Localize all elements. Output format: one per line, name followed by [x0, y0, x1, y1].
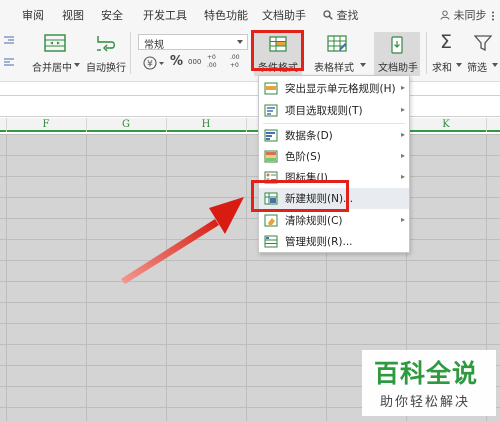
svg-text:¥: ¥ — [147, 60, 153, 70]
menu-item-label: 数据条(D) — [285, 130, 333, 142]
submenu-arrow-icon: ▸ — [400, 130, 405, 139]
menu-item-label: 清除规则(C) — [285, 215, 343, 227]
table-style-dropdown-icon[interactable] — [360, 63, 366, 67]
submenu-arrow-icon: ▸ — [400, 151, 405, 160]
tab-review[interactable]: 审阅 — [22, 0, 44, 30]
search-button[interactable]: 查找 — [323, 0, 359, 30]
wrap-text-button[interactable]: 自动换行 — [86, 59, 126, 74]
sum-icon[interactable]: Σ — [440, 31, 452, 53]
number-format-select[interactable]: 常规 — [138, 34, 248, 51]
menu-item-label: 色阶(S) — [285, 151, 321, 163]
ribbon-toolbar: 合并居中 自动换行 常规 ¥ % 000 +0 .00 .00 +0 条件格式 … — [0, 30, 500, 82]
new-rule-highlight-box — [251, 180, 349, 212]
tab-doc-assistant[interactable]: 文档助手 — [262, 0, 306, 30]
column-header-h[interactable]: H — [166, 118, 246, 132]
menu-item-label: 突出显示单元格规则(H) — [285, 83, 396, 95]
menu-item-data-bars[interactable]: 数据条(D) ▸ — [259, 125, 409, 146]
percent-button[interactable]: % — [170, 54, 183, 69]
menu-bar: 审阅 视图 安全 开发工具 特色功能 文档助手 查找 未同步 — [0, 0, 500, 30]
watermark: 百科全说 助你轻松解决 — [362, 350, 496, 416]
color-scale-icon — [264, 150, 278, 163]
highlight-rules-icon — [264, 82, 278, 95]
merge-center-icon[interactable] — [44, 34, 66, 52]
ribbon-divider — [130, 32, 131, 74]
filter-button[interactable]: 筛选 — [467, 59, 487, 74]
watermark-tagline: 助你轻松解决 — [380, 395, 471, 410]
thousands-separator-button[interactable]: 000 — [188, 58, 201, 66]
conditional-format-menu: 突出显示单元格规则(H) ▸ 项目选取规则(T) ▸ 数据条(D) ▸ 色阶(S… — [258, 75, 410, 253]
doc-assistant-icon — [391, 36, 403, 54]
outdent-icon[interactable] — [4, 58, 14, 66]
tab-view[interactable]: 视图 — [62, 0, 84, 30]
sum-dropdown-icon[interactable] — [456, 63, 462, 67]
search-label: 查找 — [336, 9, 359, 22]
wrap-text-icon[interactable] — [96, 34, 116, 52]
sync-label: 未同步 — [453, 9, 487, 22]
user-icon — [440, 10, 450, 20]
data-bars-icon — [264, 129, 278, 142]
top-bottom-rules-icon — [264, 104, 278, 117]
menu-item-top-bottom-rules[interactable]: 项目选取规则(T) ▸ — [259, 100, 409, 121]
more-menu-icon[interactable] — [489, 11, 497, 21]
menu-item-label: 项目选取规则(T) — [285, 105, 363, 117]
table-style-button[interactable]: 表格样式 — [314, 59, 354, 74]
column-separator — [486, 118, 487, 132]
submenu-arrow-icon: ▸ — [400, 83, 405, 92]
doc-assistant-label: 文档助手 — [378, 63, 418, 74]
menu-item-highlight-cell-rules[interactable]: 突出显示单元格规则(H) ▸ — [259, 78, 409, 99]
search-icon — [323, 10, 333, 20]
indent-icon[interactable] — [4, 36, 14, 44]
submenu-arrow-icon: ▸ — [400, 105, 405, 114]
table-style-icon[interactable] — [327, 35, 347, 52]
filter-icon[interactable] — [474, 35, 492, 51]
increase-decimal-button[interactable]: +0 .00 — [207, 54, 221, 70]
tab-security[interactable]: 安全 — [101, 0, 123, 30]
currency-dropdown-icon[interactable] — [159, 62, 164, 65]
menu-item-label: 管理规则(R)... — [285, 236, 353, 248]
column-header-g[interactable]: G — [86, 118, 166, 132]
sync-status[interactable]: 未同步 — [440, 0, 487, 30]
manage-rules-icon — [264, 235, 278, 248]
decrease-decimal-button[interactable]: .00 +0 — [230, 54, 244, 70]
conditional-format-highlight-box — [251, 30, 304, 71]
menu-item-color-scales[interactable]: 色阶(S) ▸ — [259, 146, 409, 167]
chevron-down-icon — [237, 40, 243, 44]
merge-center-dropdown-icon[interactable] — [74, 63, 80, 67]
menu-divider — [263, 123, 405, 124]
column-header-k[interactable]: K — [406, 118, 486, 132]
number-format-value: 常规 — [144, 40, 164, 51]
currency-icon[interactable]: ¥ — [143, 56, 157, 70]
submenu-arrow-icon: ▸ — [400, 172, 405, 181]
column-header-f[interactable]: F — [6, 118, 86, 132]
sum-button[interactable]: 求和 — [432, 59, 452, 74]
merge-center-button[interactable]: 合并居中 — [32, 59, 72, 74]
submenu-arrow-icon: ▸ — [400, 215, 405, 224]
menu-item-manage-rules[interactable]: 管理规则(R)... — [259, 231, 409, 252]
clear-rules-icon — [264, 214, 278, 227]
tab-special-features[interactable]: 特色功能 — [204, 0, 248, 30]
formula-bar[interactable] — [0, 95, 500, 117]
tab-developer[interactable]: 开发工具 — [143, 0, 187, 30]
column-header-row: F G H K — [0, 118, 500, 132]
doc-assistant-button[interactable]: 文档助手 — [374, 32, 420, 76]
filter-dropdown-icon[interactable] — [492, 63, 498, 67]
ribbon-divider — [426, 32, 427, 74]
watermark-brand: 百科全说 — [374, 359, 479, 388]
column-separator — [246, 118, 247, 132]
menu-item-clear-rules[interactable]: 清除规则(C) ▸ — [259, 210, 409, 231]
